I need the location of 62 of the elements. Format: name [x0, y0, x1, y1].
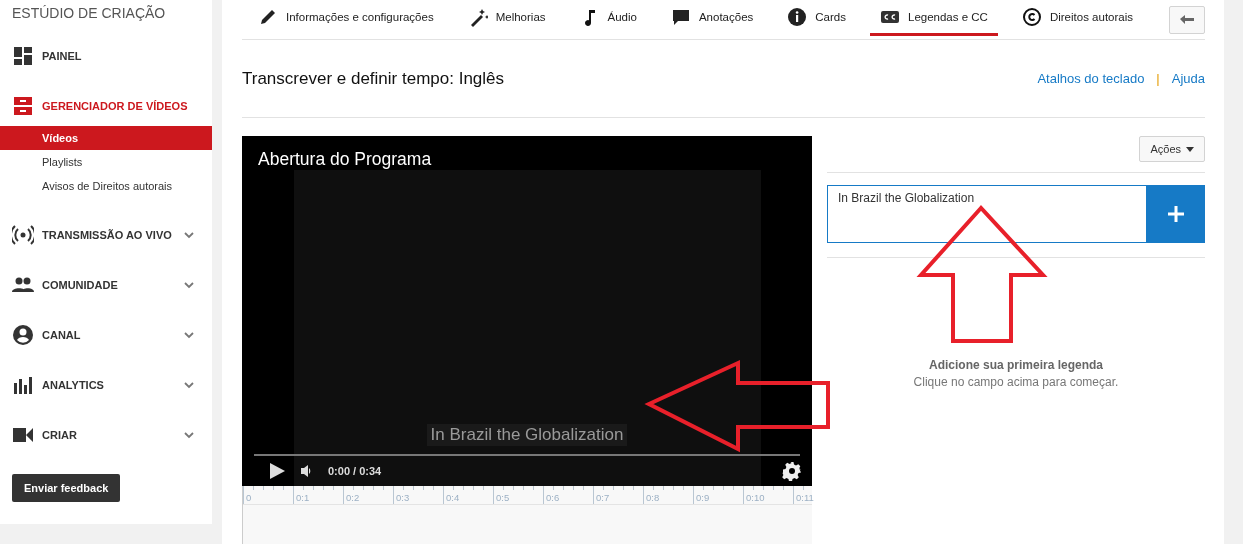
link-separator: | — [1156, 71, 1160, 86]
tab[interactable]: Melhorias — [457, 0, 556, 36]
sidebar-subitem[interactable]: Vídeos — [0, 126, 212, 150]
tab[interactable]: Cards — [777, 0, 856, 36]
timeline-tick-label: 0:3 — [393, 486, 443, 504]
video-caption: In Brazil the Globalization — [426, 424, 628, 446]
tab[interactable]: Informações e configurações — [248, 0, 444, 36]
plus-icon — [1168, 206, 1184, 222]
sidebar-icon — [12, 324, 34, 346]
timeline-tick-label: 0:8 — [643, 486, 693, 504]
tab[interactable]: Anotações — [660, 0, 764, 36]
chevron-icon[interactable] — [184, 380, 194, 390]
back-button[interactable] — [1169, 5, 1205, 34]
caption-input[interactable]: In Brazil the Globalization — [827, 185, 1147, 243]
sidebar-item[interactable]: TRANSMISSÃO AO VIVO — [0, 210, 212, 260]
timeline-tick-label: 0:7 — [593, 486, 643, 504]
sidebar-subitem[interactable]: Playlists — [0, 150, 212, 174]
chevron-icon[interactable] — [184, 430, 194, 440]
timeline-tick-label: 0:6 — [543, 486, 593, 504]
empty-hint: Clique no campo acima para começar. — [912, 375, 1120, 389]
timeline-tick-label: 0:10 — [743, 486, 793, 504]
tab[interactable]: Legendas e CC — [870, 0, 998, 36]
chevron-icon[interactable] — [184, 280, 194, 290]
sidebar-item[interactable]: ANALYTICS — [0, 360, 212, 410]
timeline-tick-label: 0:9 — [693, 486, 743, 504]
timeline-tick-label: 0:4 — [443, 486, 493, 504]
sidebar-item[interactable]: PAINEL — [0, 31, 212, 81]
feedback-button[interactable]: Enviar feedback — [12, 474, 121, 502]
sidebar-item[interactable]: CANAL — [0, 310, 212, 360]
timeline-tick-label: 0 — [243, 486, 293, 504]
page-title: Transcrever e definir tempo: Inglês — [242, 68, 506, 89]
studio-title: ESTÚDIO DE CRIAÇÃO — [11, 4, 167, 23]
sidebar-item[interactable]: CRIAR — [0, 410, 212, 460]
back-arrow-icon — [1179, 13, 1195, 26]
sidebar-item[interactable]: COMUNIDADE — [0, 260, 212, 310]
play-icon[interactable] — [268, 462, 286, 481]
settings-icon[interactable] — [782, 461, 802, 482]
empty-title: Adicione sua primeira legenda — [927, 358, 1105, 372]
sidebar-icon — [12, 45, 34, 67]
sidebar-item[interactable]: GERENCIADOR DE VÍDEOS — [0, 86, 212, 126]
video-title: Abertura do Programa — [257, 148, 433, 171]
shortcuts-link[interactable]: Atalhos do teclado — [1037, 71, 1145, 86]
timeline-tick-label: 0:2 — [343, 486, 393, 504]
tab-icon — [1021, 6, 1042, 27]
timeline-tick-label: 0:11 — [793, 486, 843, 504]
chevron-icon[interactable] — [184, 230, 194, 240]
timeline-tick-label: 0:5 — [493, 486, 543, 504]
add-button[interactable] — [1147, 185, 1205, 243]
sidebar-icon — [12, 374, 34, 396]
video-time: 0:00 / 0:34 — [328, 465, 382, 478]
video-player[interactable]: Abertura do Programa In Brazil the Globalization 0:00 / 0:34 — [242, 136, 812, 486]
sidebar-icon — [12, 224, 34, 246]
tab[interactable]: Áudio — [569, 0, 647, 36]
sidebar-icon — [12, 95, 34, 117]
help-link[interactable]: Ajuda — [1171, 71, 1205, 86]
actions-dropdown[interactable]: Ações — [1139, 136, 1205, 162]
chevron-icon[interactable] — [184, 330, 194, 340]
timeline-tick-label: 0:1 — [293, 486, 343, 504]
tab-icon — [787, 6, 808, 27]
tab[interactable]: Direitos autorais — [1011, 0, 1143, 36]
sidebar-subitem[interactable]: Avisos de Direitos autorais — [0, 174, 212, 198]
caret-icon — [1186, 146, 1194, 152]
